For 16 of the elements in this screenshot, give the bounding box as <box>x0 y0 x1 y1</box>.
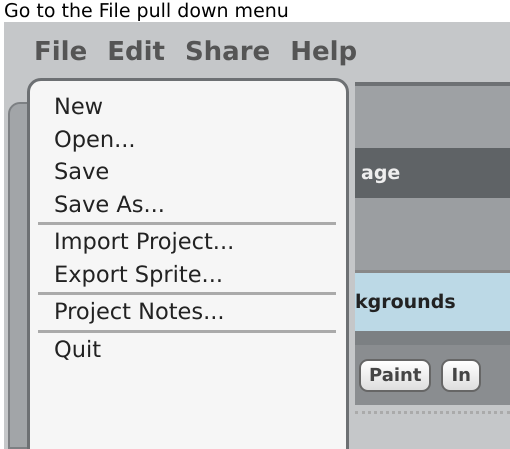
menu-item[interactable]: Quit <box>54 334 336 366</box>
menu-item[interactable]: Export Sprite... <box>54 258 336 291</box>
menu-title[interactable]: File <box>34 37 88 67</box>
menu-item[interactable]: Project Notes... <box>54 296 336 328</box>
menu-item[interactable]: New <box>54 91 336 124</box>
stage-tab[interactable]: age <box>361 162 400 184</box>
menu-title[interactable]: Help <box>290 37 358 67</box>
tool-button[interactable]: Paint <box>359 358 432 392</box>
menu-item[interactable]: Save <box>54 156 336 188</box>
menu-title[interactable]: Share <box>184 37 270 67</box>
caption-text: Go to the File pull down menu <box>3 0 290 22</box>
menu-item[interactable]: Save As... <box>54 188 336 221</box>
menu-item[interactable]: Open... <box>54 124 336 156</box>
menu-item[interactable]: Import Project... <box>54 226 336 258</box>
menu-title[interactable]: Edit <box>107 37 165 67</box>
tool-button[interactable]: In <box>441 358 481 392</box>
